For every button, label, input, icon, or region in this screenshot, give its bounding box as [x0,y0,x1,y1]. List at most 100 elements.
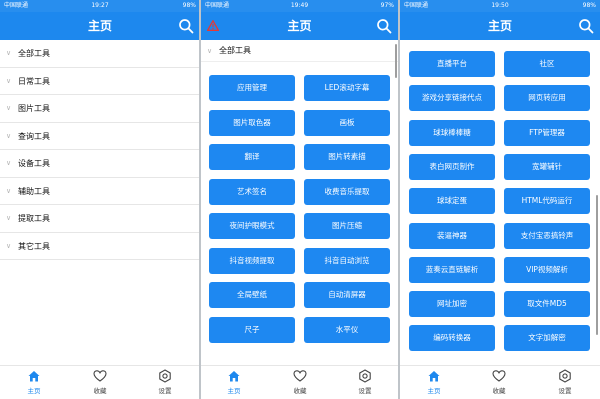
search-icon[interactable] [376,18,392,34]
app-bar: 主页 [0,12,200,40]
tab-settings[interactable]: 设置 [545,369,585,395]
tab-label: 收藏 [93,387,107,395]
tool-button[interactable]: 应用管理 [209,75,295,101]
tool-button[interactable]: 取文件MD5 [504,291,590,318]
scrollbar[interactable] [395,44,397,78]
menu-item[interactable]: ∨ 图片工具 [0,95,200,123]
home-icon [28,371,40,382]
status-bar: 中国联通 19:27 98% [0,0,200,12]
tool-button[interactable]: 抖音视频提取 [209,247,295,274]
tool-button[interactable]: VIP视频解析 [504,256,590,283]
heart-icon [293,370,307,382]
menu-item-label: 图片工具 [18,104,50,113]
tab-label: 主页 [27,387,41,395]
tool-button[interactable]: FTP管理器 [504,119,590,146]
chevron-down-icon: ∨ [6,241,12,250]
tool-button[interactable]: 画板 [304,109,390,136]
menu-item-label: 全部工具 [18,49,50,58]
menu-item[interactable]: ∨ 辅助工具 [0,178,200,205]
tool-button[interactable]: 艺术签名 [209,178,295,205]
tool-button[interactable]: 球球棒棒糖 [409,119,495,146]
tool-button[interactable]: 支付宝恶搞铃声 [504,222,590,249]
menu-item-label: 提取工具 [18,214,50,223]
chevron-down-icon: ∨ [6,159,12,167]
tool-button[interactable]: 宽罐辅针 [504,153,590,180]
bottom-tab-bar: 主页 收藏 设置 [0,365,200,399]
tool-button[interactable]: 球球定蛋 [409,188,495,215]
status-time: 19:49 [290,2,309,9]
tool-button[interactable]: 夜间护眼模式 [209,213,295,239]
tab-settings[interactable]: 设置 [145,369,185,395]
menu-item[interactable]: ∨ 日常工具 [0,68,200,95]
tool-button[interactable]: 社区 [504,51,590,77]
app-bar: 主页 [201,12,398,40]
menu-item[interactable]: ∨ 设备工具 [0,150,200,178]
menu-item-label: 日常工具 [18,76,50,86]
tab-home[interactable]: 主页 [214,369,254,395]
tool-button[interactable]: 全局壁纸 [209,282,295,308]
tool-button[interactable]: 收费音乐提取 [304,178,390,205]
tool-button[interactable]: 编码转换器 [409,325,495,352]
tab-label: 设置 [358,387,372,395]
scrollbar[interactable] [596,195,598,335]
tool-button[interactable]: 水平仪 [304,316,390,343]
section-header-all-tools[interactable]: ∨ 全部工具 [201,40,398,62]
tab-label: 主页 [227,387,241,395]
menu-item[interactable]: ∨ 全部工具 [0,40,200,68]
menu-item-label: 辅助工具 [18,186,50,196]
tool-button[interactable]: 图片压缩 [304,213,390,239]
tab-label: 收藏 [492,387,506,395]
app-bar: 主页 [400,12,600,40]
chevron-down-icon: ∨ [6,186,12,195]
tool-button[interactable]: 自动清屏器 [304,282,390,308]
page-title: 主页 [487,19,512,33]
status-bar: 中国联通 19:50 98% [400,0,600,12]
tab-home[interactable]: 主页 [414,369,454,395]
tool-button[interactable]: 文字加解密 [504,325,590,352]
settings-icon [559,369,571,383]
menu-item-label: 查询工具 [18,131,50,141]
tool-button[interactable]: 表白网页制作 [409,153,495,180]
tab-label: 设置 [558,387,572,395]
menu-item-label: 设备工具 [18,159,50,168]
tab-label: 收藏 [293,387,307,395]
tab-settings[interactable]: 设置 [345,369,385,395]
menu-item[interactable]: ∨ 其它工具 [0,233,200,260]
tool-button[interactable]: 装逼神器 [409,222,495,249]
bottom-tab-bar: 主页 收藏 设置 [201,365,398,399]
chevron-down-icon: ∨ [207,47,213,55]
tool-button[interactable]: 图片取色器 [209,109,295,136]
menu-item-label: 其它工具 [18,241,50,251]
tab-favorites[interactable]: 收藏 [80,369,120,395]
battery-label: 98% [582,2,596,9]
search-icon[interactable] [578,18,594,34]
battery-label: 98% [182,2,196,9]
tool-button[interactable]: 网址加密 [409,291,495,318]
tool-button[interactable]: 游戏分享链接代点 [409,85,495,112]
menu-item[interactable]: ∨ 提取工具 [0,205,200,233]
tool-button[interactable]: HTML代码运行 [504,188,590,215]
heart-icon [492,370,506,382]
tool-button[interactable]: 抖音自动浏览 [304,247,390,274]
tool-button[interactable]: 蓝奏云直链解析 [409,256,495,283]
status-time: 19:27 [91,2,109,9]
tool-button[interactable]: 尺子 [209,316,295,343]
menu-item[interactable]: ∨ 查询工具 [0,123,200,150]
category-menu: ∨ 全部工具 ∨ 日常工具 ∨ 图片工具 ∨ 查询工具 ∨ 设备工具 ∨ 辅助工具 ∨ 提取工具 ∨ 其它工具 [0,40,200,260]
section-title: 全部工具 [219,46,251,55]
tab-favorites[interactable]: 收藏 [280,369,320,395]
tab-home[interactable]: 主页 [14,369,54,395]
chevron-down-icon: ∨ [6,214,12,222]
tab-favorites[interactable]: 收藏 [479,369,519,395]
tool-button[interactable]: 翻译 [209,144,295,170]
status-bar: 中国联通 19:49 97% [201,0,398,12]
search-icon[interactable] [178,18,194,34]
screen-all-tools-scrolled: 中国联通 19:50 98% 主页 直播平台 社区 游戏分享链接代点 网页转应用 球球棒… [400,0,600,399]
tool-button[interactable]: 直播平台 [409,51,495,77]
settings-icon [359,369,371,383]
chevron-down-icon: ∨ [6,76,12,85]
home-icon [228,371,240,382]
tool-button[interactable]: 图片转素描 [304,144,390,170]
tool-button[interactable]: 网页转应用 [504,85,590,112]
tool-button[interactable]: LED滚动字幕 [304,75,390,101]
